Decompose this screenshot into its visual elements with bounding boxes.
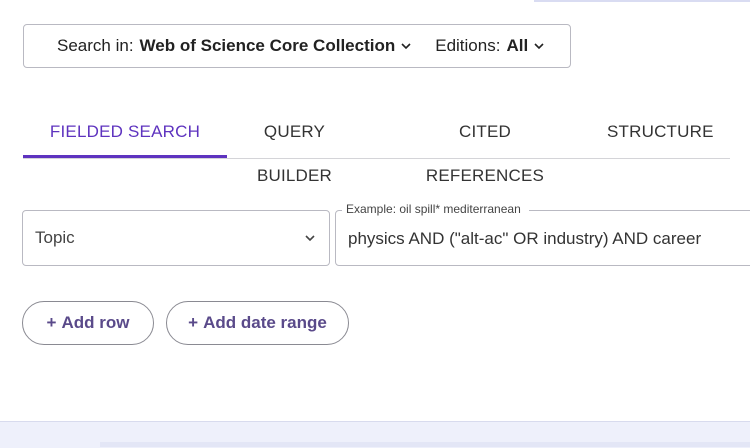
- search-in-label: Search in:: [57, 36, 134, 55]
- query-input[interactable]: [348, 228, 743, 250]
- add-row-button[interactable]: + Add row: [22, 301, 154, 345]
- top-strip: [534, 0, 750, 2]
- footer-band-inner: [100, 442, 750, 447]
- plus-icon: +: [188, 313, 199, 332]
- tab-cited-references[interactable]: CITED REFERENCES: [403, 110, 567, 185]
- chevron-down-icon: [534, 42, 544, 50]
- search-field-value: Topic: [35, 228, 75, 247]
- search-field-select[interactable]: Topic: [22, 210, 330, 266]
- editions-value: All: [506, 36, 529, 55]
- search-in-dropdown[interactable]: Search in: Web of Science Core Collectio…: [57, 36, 411, 56]
- tab-query-builder[interactable]: QUERY BUILDER: [226, 110, 363, 185]
- search-in-value: Web of Science Core Collection: [139, 36, 396, 55]
- chevron-down-icon: [401, 42, 411, 50]
- tab-structure[interactable]: STRUCTURE: [607, 110, 713, 156]
- query-example-label: Example: oil spill* mediterranean: [342, 201, 529, 217]
- add-row-label: Add row: [61, 313, 130, 332]
- collection-selector-bar: Search in: Web of Science Core Collectio…: [23, 24, 571, 68]
- add-date-range-label: Add date range: [203, 313, 327, 332]
- editions-label: Editions:: [435, 36, 501, 55]
- tab-fielded-search[interactable]: FIELDED SEARCH: [23, 110, 227, 158]
- search-tabs: FIELDED SEARCH QUERY BUILDER CITED REFER…: [23, 110, 730, 185]
- plus-icon: +: [46, 313, 57, 332]
- editions-dropdown[interactable]: Editions: All: [435, 36, 544, 56]
- chevron-down-icon: [305, 234, 315, 242]
- add-date-range-button[interactable]: + Add date range: [166, 301, 349, 345]
